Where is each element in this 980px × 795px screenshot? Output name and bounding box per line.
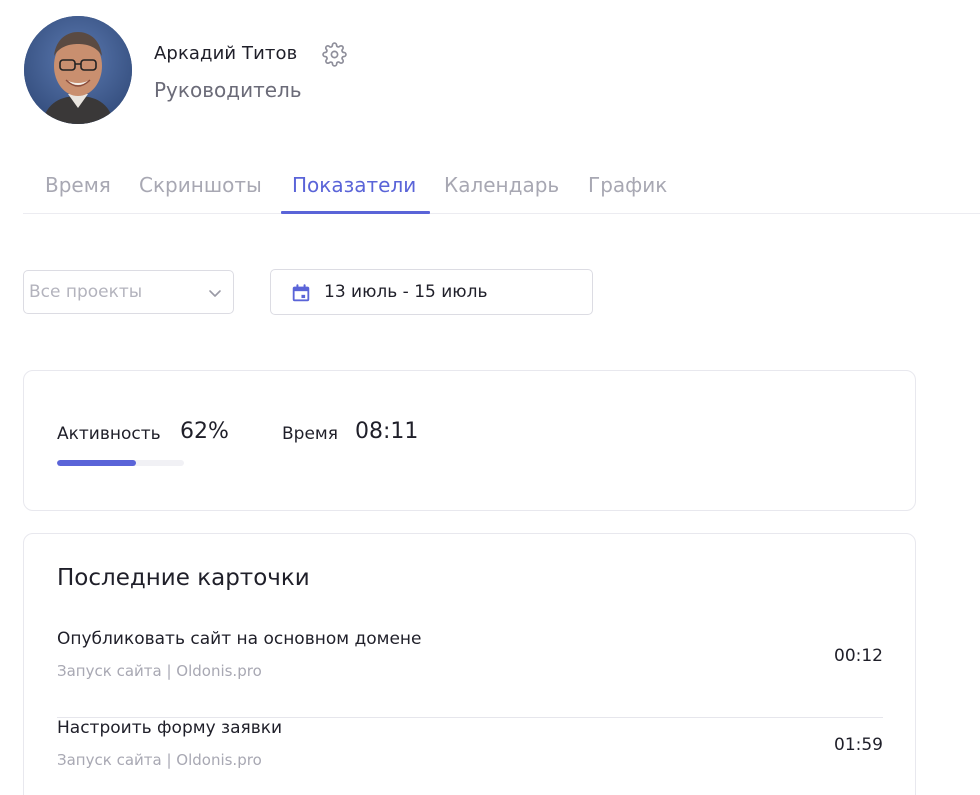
card-title: Настроить форму заявки (57, 718, 283, 738)
tab-bar: Время Скриншоты Показатели Календарь Гра… (23, 160, 980, 214)
time-label: Время (282, 424, 338, 444)
chevron-down-icon (207, 285, 223, 301)
gear-icon[interactable] (322, 42, 347, 67)
user-role: Руководитель (154, 78, 302, 102)
tab-screenshots[interactable]: Скриншоты (139, 173, 262, 197)
tab-calendar[interactable]: Календарь (444, 173, 559, 197)
list-item[interactable]: Опубликовать сайт на основном домене Зап… (57, 629, 883, 718)
recent-cards-title: Последние карточки (57, 565, 310, 591)
card-project: Запуск сайта | Oldonis.pro (57, 662, 262, 680)
date-range-value: 13 июль - 15 июль (324, 282, 488, 302)
project-select[interactable]: Все проекты (23, 270, 234, 314)
avatar (24, 16, 132, 124)
activity-value: 62% (180, 419, 229, 444)
card-title: Опубликовать сайт на основном домене (57, 629, 422, 649)
stats-card: Активность 62% Время 08:11 (23, 370, 916, 511)
list-item[interactable]: Настроить форму заявки Запуск сайта | Ol… (57, 718, 883, 795)
project-select-value: Все проекты (29, 282, 143, 302)
recent-cards-panel: Последние карточки Опубликовать сайт на … (23, 533, 916, 795)
card-project: Запуск сайта | Oldonis.pro (57, 751, 262, 769)
tab-metrics[interactable]: Показатели (292, 173, 416, 197)
tab-schedule[interactable]: График (588, 173, 667, 197)
user-name: Аркадий Титов (154, 43, 298, 64)
calendar-icon (290, 282, 312, 304)
activity-progress-fill (57, 460, 136, 466)
time-value: 08:11 (355, 419, 419, 444)
activity-progress-bar (57, 460, 184, 466)
tab-time[interactable]: Время (45, 173, 111, 197)
card-time: 01:59 (834, 735, 883, 755)
employee-metrics-page: Аркадий Титов Руководитель Время Скриншо… (0, 0, 980, 795)
active-tab-indicator (281, 211, 430, 214)
activity-label: Активность (57, 424, 161, 444)
date-range-picker[interactable]: 13 июль - 15 июль (270, 269, 593, 315)
card-time: 00:12 (834, 646, 883, 666)
